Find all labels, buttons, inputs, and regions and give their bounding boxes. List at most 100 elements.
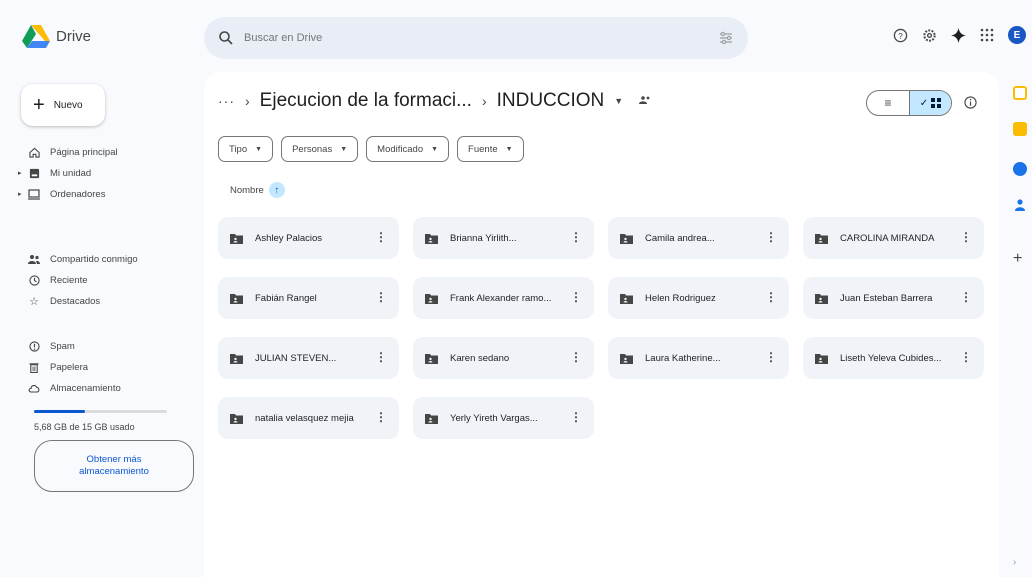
folder-card[interactable]: Helen Rodriguez ⋮ [608,277,789,319]
folder-card[interactable]: Frank Alexander ramo... ⋮ [413,277,594,319]
more-options-icon[interactable]: ⋮ [570,350,582,364]
more-options-icon[interactable]: ⋮ [765,290,777,304]
chevron-right-icon[interactable]: › [1013,556,1027,570]
expand-icon[interactable]: ▸ [18,169,22,177]
keep-icon[interactable] [1013,122,1027,136]
sidebar-item-label: Mi unidad [50,167,92,179]
folder-card[interactable]: Brianna Yirlith... ⋮ [413,217,594,259]
sort-control[interactable]: Nombre ↑ [230,182,285,198]
sidebar-item-trash[interactable]: Papelera [28,357,88,377]
more-options-icon[interactable]: ⋮ [960,230,972,244]
help-icon[interactable]: ? [892,27,908,43]
folder-name: Fabián Rangel [255,292,317,304]
sidebar-item-storage[interactable]: Almacenamiento [28,378,121,398]
more-options-icon[interactable]: ⋮ [960,350,972,364]
folder-card[interactable]: Karen sedano ⋮ [413,337,594,379]
folder-card[interactable]: Ashley Palacios ⋮ [218,217,399,259]
sidebar-item-label: Ordenadores [50,188,106,200]
more-options-icon[interactable]: ⋮ [375,290,387,304]
folder-name: Karen sedano [450,352,510,364]
plus-icon: + [33,94,45,116]
new-button[interactable]: + Nuevo [21,84,105,126]
apps-icon[interactable] [979,27,995,43]
more-options-icon[interactable]: ⋮ [375,230,387,244]
folder-card[interactable]: Yerly Yireth Vargas... ⋮ [413,397,594,439]
folder-card[interactable]: natalia velasquez mejia ⋮ [218,397,399,439]
filter-type[interactable]: Tipo ▼ [218,136,274,162]
breadcrumb-parent[interactable]: Ejecucion de la formaci... [260,90,472,112]
sidebar-item-shared[interactable]: Compartido conmigo [28,249,138,269]
folder-card[interactable]: Juan Esteban Barrera ⋮ [803,277,984,319]
search-bar[interactable] [204,17,748,59]
avatar[interactable]: E [1008,26,1026,44]
grid-view-icon[interactable]: ✓ [908,91,951,115]
more-options-icon[interactable]: ⋮ [570,230,582,244]
sidebar-item-computers[interactable]: ▸ Ordenadores [18,184,106,204]
folder-card[interactable]: JULIAN STEVEN... ⋮ [218,337,399,379]
sidebar-item-my-drive[interactable]: ▸ Mi unidad [18,163,92,183]
more-options-icon[interactable]: ⋮ [570,410,582,424]
shared-folder-icon [815,293,828,304]
caret-down-icon[interactable]: ▼ [614,96,623,106]
caret-down-icon: ▼ [340,145,348,153]
more-options-icon[interactable]: ⋮ [570,290,582,304]
filter-modified[interactable]: Modificado ▼ [366,136,450,162]
more-options-icon[interactable]: ⋮ [960,290,972,304]
sidebar-item-label: Almacenamiento [50,382,121,394]
sidebar-item-recent[interactable]: Reciente [28,270,88,290]
drive-logo[interactable]: Drive [22,24,91,48]
info-icon[interactable] [962,94,978,110]
folder-card[interactable]: Fabián Rangel ⋮ [218,277,399,319]
shared-icon [28,253,40,265]
folder-name: natalia velasquez mejia [255,412,354,424]
chevron-right-icon: › [245,93,250,109]
clock-icon [28,274,40,286]
breadcrumb-more[interactable]: ··· [218,93,235,109]
folder-name: Yerly Yireth Vargas... [450,412,538,424]
home-icon [28,146,40,158]
shared-folder-icon [425,233,438,244]
contacts-icon[interactable] [1013,198,1027,212]
filter-people[interactable]: Personas ▼ [281,136,359,162]
get-more-storage-button[interactable]: Obtener más almacenamiento [34,440,194,492]
sidebar-item-spam[interactable]: Spam [28,336,75,356]
chevron-right-icon: › [481,93,487,109]
expand-icon[interactable]: ▸ [18,190,22,198]
folder-card[interactable]: Camila andrea... ⋮ [608,217,789,259]
check-icon: ✓ [919,97,929,109]
folder-card[interactable]: Laura Katherine... ⋮ [608,337,789,379]
gemini-icon[interactable] [950,27,966,43]
shared-folder-icon [230,293,243,304]
shared-folder-icon [230,233,243,244]
settings-icon[interactable] [921,27,937,43]
sidebar-item-label: Página principal [50,146,118,158]
folder-card[interactable]: Liseth Yeleva Cubides... ⋮ [803,337,984,379]
calendar-icon[interactable] [1013,86,1027,100]
more-options-icon[interactable]: ⋮ [765,230,777,244]
shared-folder-icon[interactable] [639,94,651,108]
list-view-icon[interactable]: ≡ [867,91,909,115]
filter-source[interactable]: Fuente ▼ [457,136,524,162]
search-input[interactable] [244,32,684,44]
drive-logo-icon [22,25,50,48]
sidebar-item-label: Compartido conmigo [50,253,138,265]
more-options-icon[interactable]: ⋮ [765,350,777,364]
sidebar-item-starred[interactable]: ☆ Destacados [28,291,100,311]
arrow-up-icon[interactable]: ↑ [268,182,285,198]
view-toggle: ≡ ✓ [866,90,952,116]
folder-card[interactable]: CAROLINA MIRANDA ⋮ [803,217,984,259]
search-options-icon[interactable] [718,30,734,46]
tasks-icon[interactable] [1013,162,1027,176]
storage-progress-fill [34,410,85,413]
main-content: ··· › Ejecucion de la formaci... › INDUC… [204,72,999,577]
sidebar-item-label: Spam [50,340,75,352]
computers-icon [28,188,40,200]
add-icon[interactable]: + [1013,251,1027,267]
breadcrumb-current[interactable]: INDUCCION [497,90,605,112]
folder-name: Juan Esteban Barrera [840,292,933,304]
more-options-icon[interactable]: ⋮ [375,410,387,424]
search-icon[interactable] [218,30,234,46]
folder-name: Ashley Palacios [255,232,323,244]
sidebar-item-home[interactable]: Página principal [28,142,118,162]
more-options-icon[interactable]: ⋮ [375,350,387,364]
